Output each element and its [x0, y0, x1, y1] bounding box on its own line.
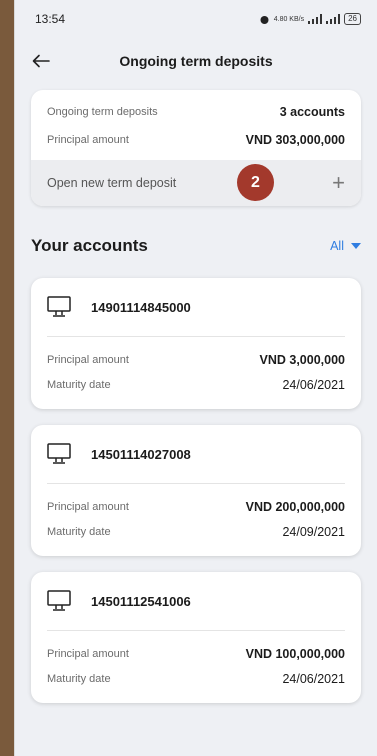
principal-row: Principal amount VND 3,000,000 [47, 347, 345, 372]
open-new-term-deposit-label: Open new term deposit [47, 176, 177, 190]
caret-down-icon [351, 243, 361, 249]
principal-row: Principal amount VND 200,000,000 [47, 494, 345, 519]
principal-value: VND 100,000,000 [245, 646, 345, 661]
section-title: Your accounts [31, 236, 148, 255]
account-card[interactable]: 14501114027008 Principal amount VND 200,… [31, 425, 361, 556]
status-bar: 13:54 4.80 KB/s 26 [15, 0, 377, 38]
filter-dropdown[interactable]: All [330, 239, 361, 253]
signal-icon [308, 14, 323, 24]
maturity-row: Maturity date 24/06/2021 [47, 666, 345, 691]
account-number: 14501114027008 [91, 446, 191, 462]
account-card[interactable]: 14501112541006 Principal amount VND 100,… [31, 572, 361, 703]
phone-screen: 13:54 4.80 KB/s 26 Ongoing term deposits… [14, 0, 377, 756]
back-button[interactable] [29, 49, 53, 73]
monitor-icon [47, 443, 71, 464]
alarm-icon [260, 15, 269, 24]
ongoing-value: 3 accounts [279, 105, 345, 119]
principal-label: Principal amount [47, 353, 129, 366]
monitor-icon [47, 590, 71, 611]
account-card[interactable]: 14901114845000 Principal amount VND 3,00… [31, 278, 361, 409]
maturity-row: Maturity date 24/09/2021 [47, 519, 345, 544]
status-icons: 4.80 KB/s 26 [259, 13, 361, 25]
maturity-value: 24/06/2021 [282, 671, 345, 686]
summary-ongoing-row: Ongoing term deposits 3 accounts [31, 98, 361, 126]
account-number: 14501112541006 [91, 593, 191, 609]
maturity-value: 24/06/2021 [282, 377, 345, 392]
filter-label: All [330, 239, 344, 253]
principal-value: VND 200,000,000 [245, 499, 345, 514]
summary-principal-row: Principal amount VND 303,000,000 [31, 126, 361, 154]
accounts-section-header: Your accounts All [31, 234, 361, 258]
maturity-row: Maturity date 24/06/2021 [47, 372, 345, 397]
maturity-label: Maturity date [47, 672, 111, 685]
maturity-value: 24/09/2021 [282, 524, 345, 539]
principal-row: Principal amount VND 100,000,000 [47, 641, 345, 666]
open-new-term-deposit-button[interactable]: Open new term deposit 2 + [31, 160, 361, 206]
monitor-icon [47, 296, 71, 317]
account-header: 14901114845000 [47, 278, 345, 337]
page-title: Ongoing term deposits [119, 53, 273, 69]
principal-value: VND 303,000,000 [245, 133, 345, 147]
maturity-label: Maturity date [47, 525, 111, 538]
principal-label: Principal amount [47, 647, 129, 660]
principal-label: Principal amount [47, 500, 129, 513]
status-time: 13:54 [35, 12, 66, 26]
ongoing-label: Ongoing term deposits [47, 106, 158, 118]
plus-icon[interactable]: + [332, 170, 345, 196]
app-bar: Ongoing term deposits [15, 38, 377, 84]
arrow-left-icon [32, 54, 50, 68]
account-number: 14901114845000 [91, 299, 191, 315]
maturity-label: Maturity date [47, 378, 111, 391]
account-details: Principal amount VND 200,000,000 Maturit… [47, 484, 345, 556]
account-details: Principal amount VND 3,000,000 Maturity … [47, 337, 345, 409]
signal-icon-2 [326, 14, 341, 24]
account-header: 14501114027008 [47, 425, 345, 484]
network-speed: 4.80 KB/s [273, 15, 305, 23]
account-header: 14501112541006 [47, 572, 345, 631]
principal-label: Principal amount [47, 134, 129, 146]
account-details: Principal amount VND 100,000,000 Maturit… [47, 631, 345, 703]
battery-icon: 26 [344, 13, 361, 25]
summary-card: Ongoing term deposits 3 accounts Princip… [31, 90, 361, 206]
step-badge: 2 [237, 164, 274, 201]
principal-value: VND 3,000,000 [259, 352, 345, 367]
